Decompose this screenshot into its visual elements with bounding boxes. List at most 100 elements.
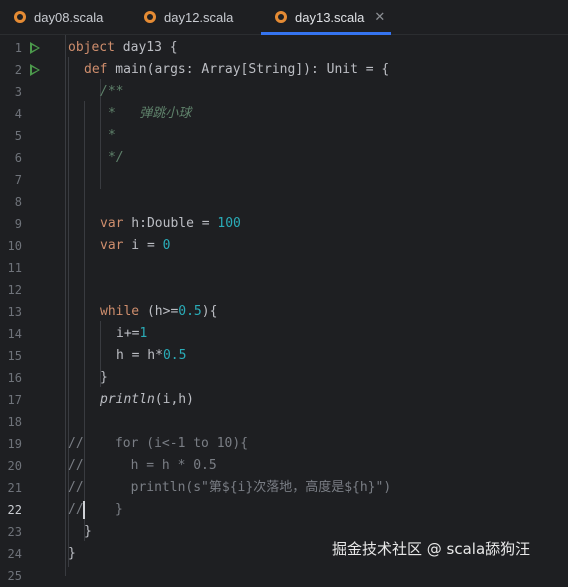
code-text: i =: [123, 238, 163, 253]
code-line: 15 h = h*0.5: [0, 345, 568, 367]
line-number: 2: [14, 63, 22, 77]
code-text: i+=: [116, 326, 140, 341]
keyword: object: [68, 40, 115, 55]
number-literal: 0.5: [178, 304, 202, 319]
doc-comment: */: [108, 150, 124, 165]
keyword: def: [84, 62, 108, 77]
doc-comment-text: 弹跳小球: [115, 106, 192, 121]
comment-text: println(s"第${i}次落地，高度是${h}"): [83, 480, 392, 495]
comment-text: }: [83, 502, 123, 517]
line-number: 13: [7, 305, 22, 319]
run-icon[interactable]: [30, 42, 40, 54]
line-number: 10: [7, 239, 22, 253]
line-number: 6: [14, 151, 22, 165]
number-literal: 0: [162, 238, 171, 253]
keyword: var: [100, 216, 124, 231]
comment-text: for (i<-1 to 10){: [83, 436, 249, 451]
code-editor[interactable]: 1 object day13 { 2 def main(args: Array[…: [0, 35, 568, 583]
keyword: var: [100, 238, 124, 253]
code-text: h = h*: [116, 348, 163, 363]
function-call: println: [100, 392, 155, 407]
comment-marker: //: [68, 480, 84, 495]
code-line: 14 i+=1: [0, 323, 568, 345]
code-line: 12: [0, 279, 568, 301]
code-text: day13 {: [114, 40, 178, 55]
doc-comment: *: [108, 128, 116, 143]
code-line: 20 // h = h * 0.5: [0, 455, 568, 477]
number-literal: 0.5: [162, 348, 187, 363]
code-line: 7: [0, 169, 568, 191]
line-number: 21: [7, 481, 22, 495]
tab-day08[interactable]: day08.scala: [0, 0, 130, 34]
code-text: }: [68, 546, 76, 561]
scala-file-icon: [275, 11, 287, 23]
close-tab-icon[interactable]: ✕: [374, 9, 385, 25]
comment-marker: //: [68, 458, 84, 473]
comment-text: h = h * 0.5: [83, 458, 217, 473]
line-number: 15: [7, 349, 22, 363]
code-line-current: 22 // }: [0, 499, 568, 521]
tab-label: day12.scala: [164, 9, 234, 25]
tab-day12[interactable]: day12.scala: [130, 0, 261, 34]
line-number: 24: [7, 547, 22, 561]
line-number: 19: [7, 437, 22, 451]
code-text: ){: [201, 304, 218, 319]
line-number: 25: [7, 569, 22, 583]
number-literal: 100: [217, 216, 241, 231]
line-number: 20: [7, 459, 22, 473]
code-line: 8: [0, 191, 568, 213]
code-line: 1 object day13 {: [0, 37, 568, 59]
tab-label: day08.scala: [34, 9, 104, 25]
text-caret: [83, 501, 85, 519]
code-line: 4 * 弹跳小球: [0, 103, 568, 125]
code-line: 6 */: [0, 147, 568, 169]
code-text: main(args: Array[String]): Unit = {: [107, 62, 390, 77]
code-line: 16 }: [0, 367, 568, 389]
line-number: 18: [7, 415, 22, 429]
code-line: 5 *: [0, 125, 568, 147]
comment-marker: //: [68, 502, 84, 517]
code-line: 11: [0, 257, 568, 279]
keyword: while: [100, 304, 140, 319]
line-number: 16: [7, 371, 22, 385]
code-text: (h>=: [139, 304, 179, 319]
code-text: }: [84, 524, 92, 539]
line-number: 14: [7, 327, 22, 341]
line-number: 4: [14, 107, 22, 121]
line-number: 17: [7, 393, 22, 407]
line-number: 22: [7, 503, 22, 517]
scala-file-icon: [144, 11, 156, 23]
line-number: 9: [14, 217, 22, 231]
code-text: h:Double =: [123, 216, 218, 231]
line-number: 7: [14, 173, 22, 187]
code-text: }: [100, 370, 108, 385]
line-number: 23: [7, 525, 22, 539]
code-line: 10 var i = 0: [0, 235, 568, 257]
doc-comment: /**: [100, 84, 124, 99]
code-line: 9 var h:Double = 100: [0, 213, 568, 235]
tab-label: day13.scala: [295, 9, 365, 25]
code-line: 19 // for (i<-1 to 10){: [0, 433, 568, 455]
doc-comment: *: [108, 106, 116, 121]
line-number: 1: [14, 41, 22, 55]
number-literal: 1: [139, 326, 148, 341]
editor-tab-bar: day08.scala day12.scala day13.scala ✕: [0, 0, 568, 35]
code-line: 13 while (h>=0.5){: [0, 301, 568, 323]
code-line: 18: [0, 411, 568, 433]
code-line: 3 /**: [0, 81, 568, 103]
line-number: 11: [7, 261, 22, 275]
line-number: 5: [14, 129, 22, 143]
code-line: 25: [0, 565, 568, 587]
code-line: 2 def main(args: Array[String]): Unit = …: [0, 59, 568, 81]
comment-marker: //: [68, 436, 84, 451]
line-number: 8: [14, 195, 22, 209]
line-number: 12: [7, 283, 22, 297]
line-number: 3: [14, 85, 22, 99]
watermark: 掘金技术社区 @ scala舔狗汪: [332, 540, 531, 558]
tab-day13[interactable]: day13.scala ✕: [261, 0, 391, 35]
run-icon[interactable]: [30, 64, 40, 76]
code-line: 21 // println(s"第${i}次落地，高度是${h}"): [0, 477, 568, 499]
scala-file-icon: [14, 11, 26, 23]
code-line: 17 println(i,h): [0, 389, 568, 411]
code-text: (i,h): [154, 392, 194, 407]
